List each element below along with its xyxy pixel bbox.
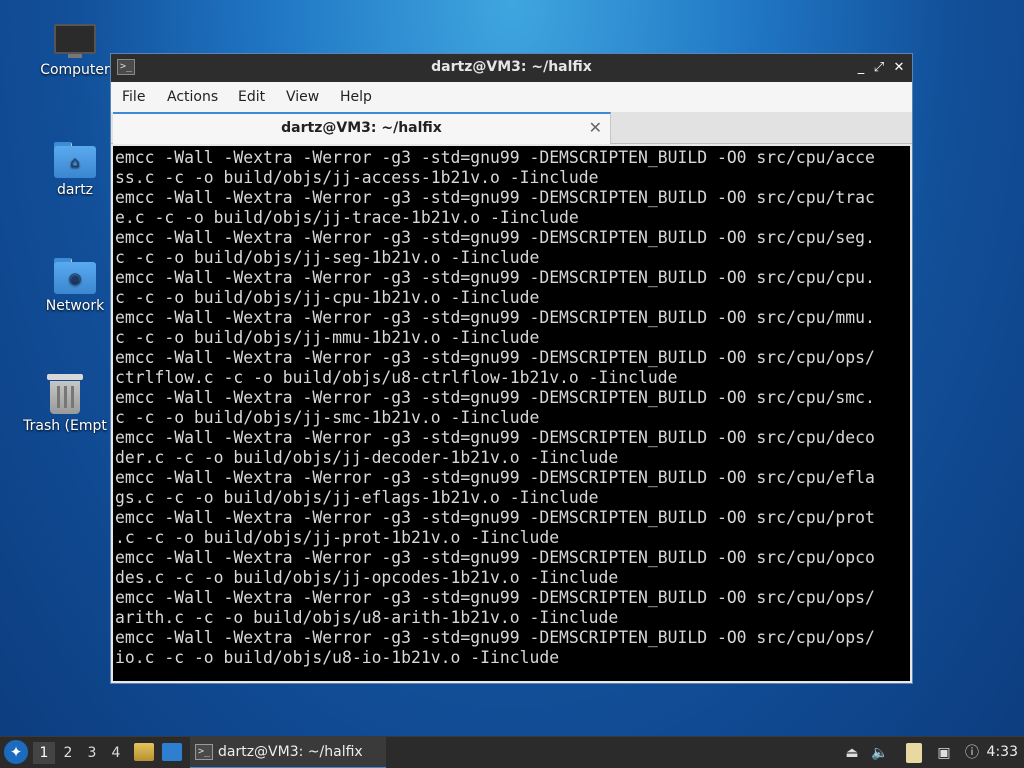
terminal-output[interactable]: emcc -Wall -Wextra -Werror -g3 -std=gnu9… [113, 146, 910, 681]
notification-icon[interactable]: ⓘ [962, 743, 982, 763]
workspace-4[interactable]: 4 [105, 742, 127, 764]
terminal-line: emcc -Wall -Wextra -Werror -g3 -std=gnu9… [115, 268, 875, 287]
terminal-line: emcc -Wall -Wextra -Werror -g3 -std=gnu9… [115, 468, 875, 487]
terminal-line: ctrlflow.c -c -o build/objs/u8-ctrlflow-… [115, 368, 678, 387]
terminal-line: emcc -Wall -Wextra -Werror -g3 -std=gnu9… [115, 508, 875, 527]
workspace-2[interactable]: 2 [57, 742, 79, 764]
tab-bar: dartz@VM3: ~/halfix ✕ [111, 112, 912, 144]
trash-icon [47, 374, 83, 414]
start-menu-icon[interactable]: ✦ [4, 740, 28, 764]
taskbar-terminal-label: dartz@VM3: ~/halfix [218, 744, 363, 760]
volume-icon[interactable]: 🔈 [870, 743, 890, 763]
terminal-line: der.c -c -o build/objs/jj-decoder-1b21v.… [115, 448, 619, 467]
terminal-line: emcc -Wall -Wextra -Werror -g3 -std=gnu9… [115, 348, 875, 367]
terminal-line: emcc -Wall -Wextra -Werror -g3 -std=gnu9… [115, 388, 875, 407]
terminal-window: >_ dartz@VM3: ~/halfix _ ⤢ ✕ File Action… [110, 53, 913, 684]
terminal-line: gs.c -c -o build/objs/jj-eflags-1b21v.o … [115, 488, 599, 507]
terminal-line: c -c -o build/objs/jj-cpu-1b21v.o -Iincl… [115, 288, 540, 307]
terminal-line: emcc -Wall -Wextra -Werror -g3 -std=gnu9… [115, 308, 875, 327]
workspace-3[interactable]: 3 [81, 742, 103, 764]
terminal-line: emcc -Wall -Wextra -Werror -g3 -std=gnu9… [115, 188, 875, 207]
terminal-line: arith.c -c -o build/objs/u8-arith-1b21v.… [115, 608, 619, 627]
terminal-line: ss.c -c -o build/objs/jj-access-1b21v.o … [115, 168, 599, 187]
terminal-line: emcc -Wall -Wextra -Werror -g3 -std=gnu9… [115, 588, 875, 607]
menu-edit[interactable]: Edit [238, 89, 265, 105]
terminal-line: io.c -c -o build/objs/u8-io-1b21v.o -Iin… [115, 648, 560, 667]
maximize-button[interactable]: ⤢ [869, 58, 889, 78]
eject-icon[interactable]: ⏏ [842, 743, 862, 763]
show-desktop-icon[interactable] [162, 743, 182, 761]
file-manager-launcher-icon[interactable] [134, 743, 154, 761]
terminal-line: des.c -c -o build/objs/jj-opcodes-1b21v.… [115, 568, 619, 587]
menu-view[interactable]: View [286, 89, 319, 105]
desktop-icon-trash[interactable]: Trash (Empt [20, 374, 110, 434]
terminal-line: c -c -o build/objs/jj-smc-1b21v.o -Iincl… [115, 408, 540, 427]
tab-terminal[interactable]: dartz@VM3: ~/halfix ✕ [113, 112, 611, 144]
terminal-line: emcc -Wall -Wextra -Werror -g3 -std=gnu9… [115, 148, 875, 167]
tab-label: dartz@VM3: ~/halfix [281, 120, 442, 136]
terminal-line: emcc -Wall -Wextra -Werror -g3 -std=gnu9… [115, 548, 875, 567]
terminal-line: c -c -o build/objs/jj-mmu-1b21v.o -Iincl… [115, 328, 540, 347]
menu-bar: File Actions Edit View Help [111, 82, 912, 112]
minimize-button[interactable]: _ [851, 58, 871, 78]
menu-help[interactable]: Help [340, 89, 372, 105]
window-titlebar[interactable]: >_ dartz@VM3: ~/halfix _ ⤢ ✕ [111, 54, 912, 82]
close-button[interactable]: ✕ [889, 58, 909, 78]
terminal-line: emcc -Wall -Wextra -Werror -g3 -std=gnu9… [115, 628, 875, 647]
taskbar: ✦ 1 2 3 4 >_ dartz@VM3: ~/halfix ⏏ 🔈 ▣ ⓘ… [0, 736, 1024, 768]
home-folder-icon: ⌂ [54, 142, 96, 178]
taskbar-terminal-button[interactable]: >_ dartz@VM3: ~/halfix [190, 737, 386, 768]
terminal-line: emcc -Wall -Wextra -Werror -g3 -std=gnu9… [115, 428, 875, 447]
workspace-1[interactable]: 1 [33, 742, 55, 764]
desktop-icon-label: Trash (Empt [23, 418, 107, 434]
menu-actions[interactable]: Actions [167, 89, 218, 105]
network-folder-icon: ◉ [54, 258, 96, 294]
terminal-task-icon: >_ [195, 744, 213, 760]
network-icon[interactable]: ▣ [934, 743, 954, 763]
terminal-line: .c -c -o build/objs/jj-prot-1b21v.o -Iin… [115, 528, 560, 547]
computer-icon [54, 24, 96, 58]
clipboard-icon[interactable] [906, 743, 922, 763]
terminal-line: emcc -Wall -Wextra -Werror -g3 -std=gnu9… [115, 228, 875, 247]
clock: 4:33 [986, 744, 1018, 760]
terminal-text: emcc -Wall -Wextra -Werror -g3 -std=gnu9… [115, 148, 875, 668]
tab-close-icon[interactable]: ✕ [589, 118, 602, 137]
menu-file[interactable]: File [122, 89, 145, 105]
terminal-line: e.c -c -o build/objs/jj-trace-1b21v.o -I… [115, 208, 579, 227]
terminal-line: c -c -o build/objs/jj-seg-1b21v.o -Iincl… [115, 248, 540, 267]
window-title: dartz@VM3: ~/halfix [431, 59, 592, 75]
